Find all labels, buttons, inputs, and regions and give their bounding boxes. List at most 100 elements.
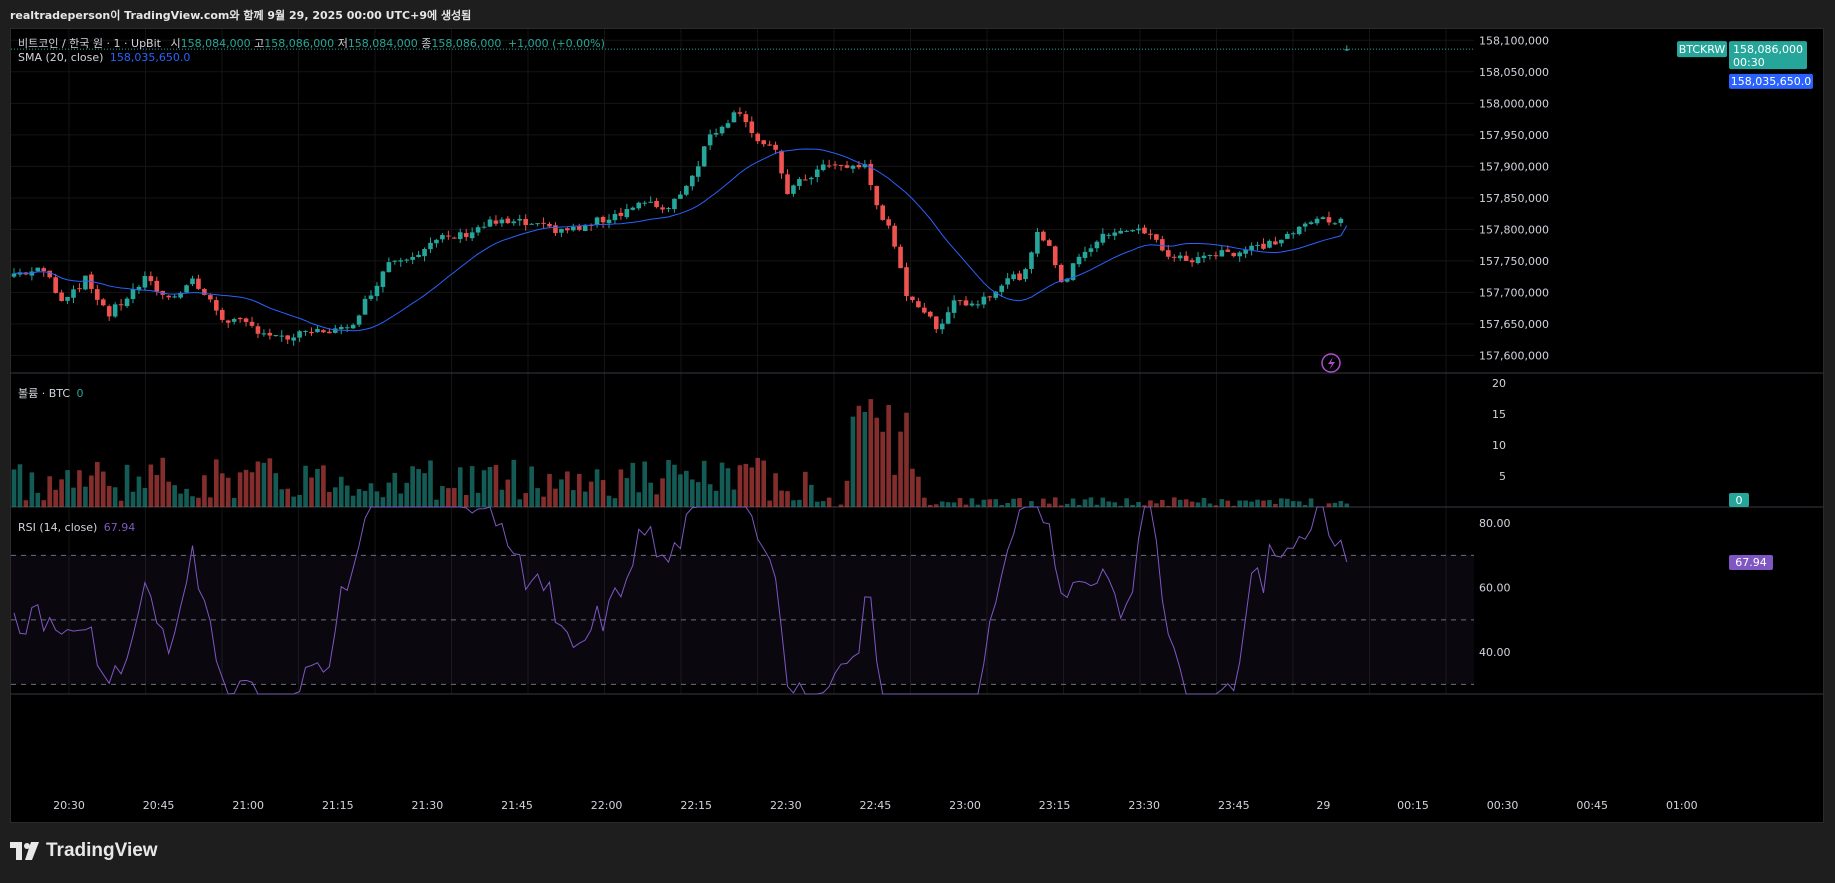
candle-body — [1255, 244, 1260, 246]
attribution-text: realtradeperson이 TradingView.com와 함께 9월 … — [10, 9, 472, 22]
candle-body — [779, 150, 784, 174]
price-axis-label: 157,800,000 — [1479, 223, 1549, 236]
volume-bar — [1326, 503, 1332, 507]
candle-body — [749, 121, 755, 133]
volume-bar — [612, 498, 618, 507]
candle-body — [1231, 253, 1237, 257]
time-axis-label: 20:45 — [143, 799, 175, 812]
volume-bar — [404, 482, 409, 507]
volume-bar — [315, 468, 320, 507]
candle-body — [999, 285, 1004, 292]
candle-body — [1112, 232, 1118, 236]
candle-body — [886, 219, 891, 226]
price-axis-label: 157,700,000 — [1479, 286, 1549, 299]
volume-bar — [565, 471, 570, 507]
volume-bar — [285, 488, 290, 507]
chart-canvas[interactable]: 158,100,000 158,050,000 158,000,000 157,950… — [11, 29, 1823, 822]
price-axis-label: 158,100,000 — [1479, 34, 1549, 47]
candle-body — [672, 198, 677, 210]
candle-body — [237, 317, 243, 320]
volume-bar — [963, 504, 969, 507]
volume-bar — [761, 460, 766, 507]
time-axis-label: 23:45 — [1218, 799, 1250, 812]
chart-frame[interactable]: 158,100,000 158,050,000 158,000,000 157,950… — [10, 28, 1824, 823]
candle-body — [1273, 241, 1278, 245]
candle-body — [1302, 223, 1308, 227]
candle-body — [422, 249, 427, 257]
candle-body — [874, 186, 880, 206]
candle-body — [594, 217, 600, 226]
candle-body — [297, 331, 302, 338]
volume-bar — [993, 499, 999, 507]
candle-body — [719, 126, 725, 134]
candle-body — [844, 165, 850, 168]
volume-bar — [1231, 505, 1237, 507]
volume-bar — [499, 489, 505, 507]
candle-body — [100, 299, 106, 306]
candle-body — [35, 267, 41, 272]
volume-bar — [17, 464, 23, 507]
sma-price-tag-label: 158,035,650.0 — [1731, 75, 1811, 88]
volume-bar — [684, 470, 689, 507]
volume-bar — [1118, 505, 1123, 507]
volume-bar — [392, 472, 398, 507]
time-axis-label: 29 — [1316, 799, 1330, 812]
volume-bar — [880, 431, 885, 507]
low-label: 저 — [337, 37, 348, 50]
sma-value: 158,035,650.0 — [109, 51, 191, 64]
symbol-tag-label: BTCKRW — [1679, 43, 1726, 56]
candle-body — [1237, 252, 1242, 257]
rsi-value: 67.94 — [103, 521, 136, 534]
candle-body — [65, 296, 70, 301]
candle-body — [517, 218, 523, 221]
volume-bar — [1082, 499, 1088, 507]
candle-body — [416, 254, 421, 258]
candle-body — [1023, 269, 1028, 280]
candle-body — [440, 235, 445, 240]
volume-bar — [202, 475, 207, 507]
volume-bar — [933, 504, 939, 507]
candle-body — [398, 260, 404, 262]
candle-body — [541, 222, 546, 224]
volume-bar — [1088, 497, 1094, 507]
volume-bar — [945, 502, 951, 507]
candle-body — [219, 309, 225, 320]
candle-body — [1261, 243, 1266, 249]
rsi-axis-label: 40.00 — [1479, 646, 1511, 659]
candle-body — [743, 114, 749, 123]
close-value: 158,086,000 — [431, 37, 502, 50]
candle-body — [1183, 255, 1189, 261]
volume-bar — [600, 480, 606, 507]
candle-body — [1177, 255, 1183, 259]
candle-body — [904, 267, 909, 297]
candle-body — [77, 288, 82, 290]
rsi-legend: RSI (14, close) 67.94 — [18, 521, 135, 534]
candle-body — [814, 169, 820, 178]
volume-bar — [356, 489, 362, 507]
volume-bar — [981, 499, 987, 507]
time-axis-label: 23:00 — [949, 799, 981, 812]
candle-body — [678, 194, 683, 199]
price-axis-label: 157,750,000 — [1479, 255, 1549, 268]
candle-body — [559, 228, 564, 233]
volume-bar — [713, 490, 719, 507]
time-axis-label: 23:30 — [1128, 799, 1160, 812]
candle-body — [856, 164, 862, 168]
open-label: 시 — [170, 37, 181, 50]
candle-body — [267, 332, 273, 336]
volume-bar — [547, 473, 552, 507]
candle-body — [374, 285, 380, 297]
candle-body — [535, 223, 540, 225]
volume-bar — [660, 478, 665, 507]
candle-body — [1320, 217, 1326, 220]
volume-bar — [1237, 500, 1242, 507]
volume-bar — [505, 479, 511, 507]
volume-bar — [755, 457, 761, 507]
volume-bar — [178, 493, 183, 507]
close-label: 종 — [421, 37, 432, 50]
candle-body — [380, 271, 386, 287]
candle-body — [642, 202, 647, 204]
volume-bar — [23, 500, 29, 507]
candle-body — [826, 165, 832, 167]
candle-body — [624, 209, 630, 218]
